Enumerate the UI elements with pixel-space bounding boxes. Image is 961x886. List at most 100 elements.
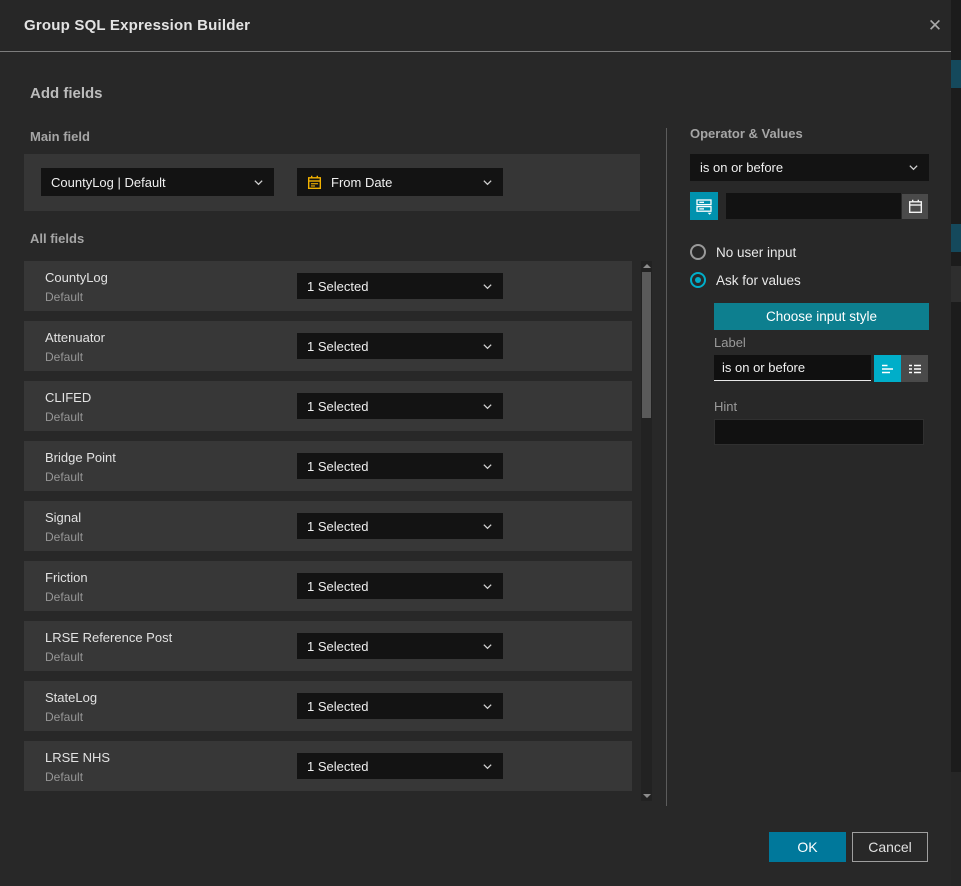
field-row: LRSE NHS Default 1 Selected	[24, 741, 632, 791]
chevron-down-icon	[482, 581, 493, 592]
chevron-down-icon	[908, 162, 919, 173]
field-values-dropdown-value: 1 Selected	[307, 699, 476, 714]
field-values-dropdown-value: 1 Selected	[307, 399, 476, 414]
field-subtitle: Default	[45, 350, 83, 364]
field-subtitle: Default	[45, 290, 83, 304]
field-subtitle: Default	[45, 770, 83, 784]
field-row: StateLog Default 1 Selected	[24, 681, 632, 731]
label-input[interactable]	[714, 355, 871, 381]
field-values-dropdown-value: 1 Selected	[307, 579, 476, 594]
field-subtitle: Default	[45, 470, 83, 484]
field-values-dropdown[interactable]: 1 Selected	[297, 633, 503, 659]
group-sql-expression-builder-dialog: Group SQL Expression Builder ✕ Add field…	[0, 0, 951, 886]
dialog-title: Group SQL Expression Builder	[24, 0, 250, 52]
list-style-icon	[907, 361, 923, 377]
fields-list-scrollbar	[641, 261, 652, 801]
chevron-down-icon	[482, 177, 493, 188]
field-values-icon	[695, 197, 713, 215]
hint-input[interactable]	[714, 419, 924, 445]
field-name: LRSE Reference Post	[45, 630, 172, 645]
scroll-down-arrow[interactable]	[641, 791, 652, 801]
field-subtitle: Default	[45, 590, 83, 604]
single-line-style-icon	[880, 361, 896, 377]
field-values-dropdown[interactable]: 1 Selected	[297, 573, 503, 599]
background-accent-block	[951, 60, 961, 88]
single-line-style-button[interactable]	[874, 355, 901, 382]
field-subtitle: Default	[45, 710, 83, 724]
all-fields-list: CountyLog Default 1 Selected Attenuator …	[24, 261, 632, 801]
field-row: Signal Default 1 Selected	[24, 501, 632, 551]
radio-circle-checked[interactable]	[690, 272, 706, 288]
main-field-label: Main field	[30, 129, 90, 144]
field-values-dropdown[interactable]: 1 Selected	[297, 453, 503, 479]
radio-ask-for-values[interactable]: Ask for values	[690, 272, 801, 288]
radio-no-user-input-label: No user input	[716, 245, 796, 260]
field-row: Friction Default 1 Selected	[24, 561, 632, 611]
field-row: Attenuator Default 1 Selected	[24, 321, 632, 371]
radio-circle[interactable]	[690, 244, 706, 260]
background-accent-block	[951, 224, 961, 252]
field-row: CountyLog Default 1 Selected	[24, 261, 632, 311]
dialog-titlebar: Group SQL Expression Builder ✕	[0, 0, 951, 52]
field-values-dropdown-value: 1 Selected	[307, 339, 476, 354]
cancel-button[interactable]: Cancel	[852, 832, 928, 862]
calendar-icon	[908, 199, 923, 214]
field-row: CLIFED Default 1 Selected	[24, 381, 632, 431]
field-name: CLIFED	[45, 390, 91, 405]
radio-no-user-input[interactable]: No user input	[690, 244, 796, 260]
chevron-down-icon	[253, 177, 264, 188]
field-values-dropdown[interactable]: 1 Selected	[297, 393, 503, 419]
field-values-dropdown[interactable]: 1 Selected	[297, 693, 503, 719]
field-values-button[interactable]	[690, 192, 718, 220]
chevron-down-icon	[482, 401, 493, 412]
chevron-down-icon	[482, 281, 493, 292]
label-caption: Label	[714, 335, 746, 350]
field-values-dropdown-value: 1 Selected	[307, 639, 476, 654]
chevron-down-icon	[482, 761, 493, 772]
layer-dropdown-value: CountyLog | Default	[51, 175, 247, 190]
field-values-dropdown-value: 1 Selected	[307, 459, 476, 474]
field-values-dropdown[interactable]: 1 Selected	[297, 273, 503, 299]
ok-button[interactable]: OK	[769, 832, 846, 862]
field-subtitle: Default	[45, 650, 83, 664]
chevron-down-icon	[482, 341, 493, 352]
all-fields-label: All fields	[30, 231, 84, 246]
main-field-panel: CountyLog | Default From Date	[24, 154, 640, 211]
field-name: LRSE NHS	[45, 750, 110, 765]
scroll-up-arrow[interactable]	[641, 261, 652, 271]
field-name: Signal	[45, 510, 81, 525]
field-subtitle: Default	[45, 530, 83, 544]
date-picker-button[interactable]	[902, 194, 928, 219]
field-row: LRSE Reference Post Default 1 Selected	[24, 621, 632, 671]
field-name: Friction	[45, 570, 88, 585]
field-name: Bridge Point	[45, 450, 116, 465]
field-values-dropdown[interactable]: 1 Selected	[297, 753, 503, 779]
background-app-strip	[951, 0, 961, 886]
field-subtitle: Default	[45, 410, 83, 424]
chevron-down-icon	[482, 461, 493, 472]
background-block	[951, 772, 961, 886]
vertical-divider	[666, 128, 667, 806]
close-icon[interactable]: ✕	[923, 14, 947, 38]
chevron-down-icon	[482, 701, 493, 712]
list-style-button[interactable]	[901, 355, 928, 382]
layer-dropdown[interactable]: CountyLog | Default	[41, 168, 274, 196]
field-name: Attenuator	[45, 330, 105, 345]
operator-dropdown[interactable]: is on or before	[690, 154, 929, 181]
operator-dropdown-value: is on or before	[700, 160, 902, 175]
field-name: StateLog	[45, 690, 97, 705]
field-values-dropdown[interactable]: 1 Selected	[297, 513, 503, 539]
add-fields-heading: Add fields	[30, 85, 103, 102]
field-values-dropdown[interactable]: 1 Selected	[297, 333, 503, 359]
scrollbar-thumb[interactable]	[642, 272, 651, 418]
calendar-icon	[307, 175, 322, 190]
radio-ask-for-values-label: Ask for values	[716, 273, 801, 288]
hint-caption: Hint	[714, 399, 737, 414]
chevron-down-icon	[482, 641, 493, 652]
field-values-dropdown-value: 1 Selected	[307, 759, 476, 774]
main-field-dropdown[interactable]: From Date	[297, 168, 503, 196]
date-value-input[interactable]	[726, 193, 901, 219]
field-values-dropdown-value: 1 Selected	[307, 519, 476, 534]
choose-input-style-button[interactable]: Choose input style	[714, 303, 929, 330]
background-block	[951, 266, 961, 302]
